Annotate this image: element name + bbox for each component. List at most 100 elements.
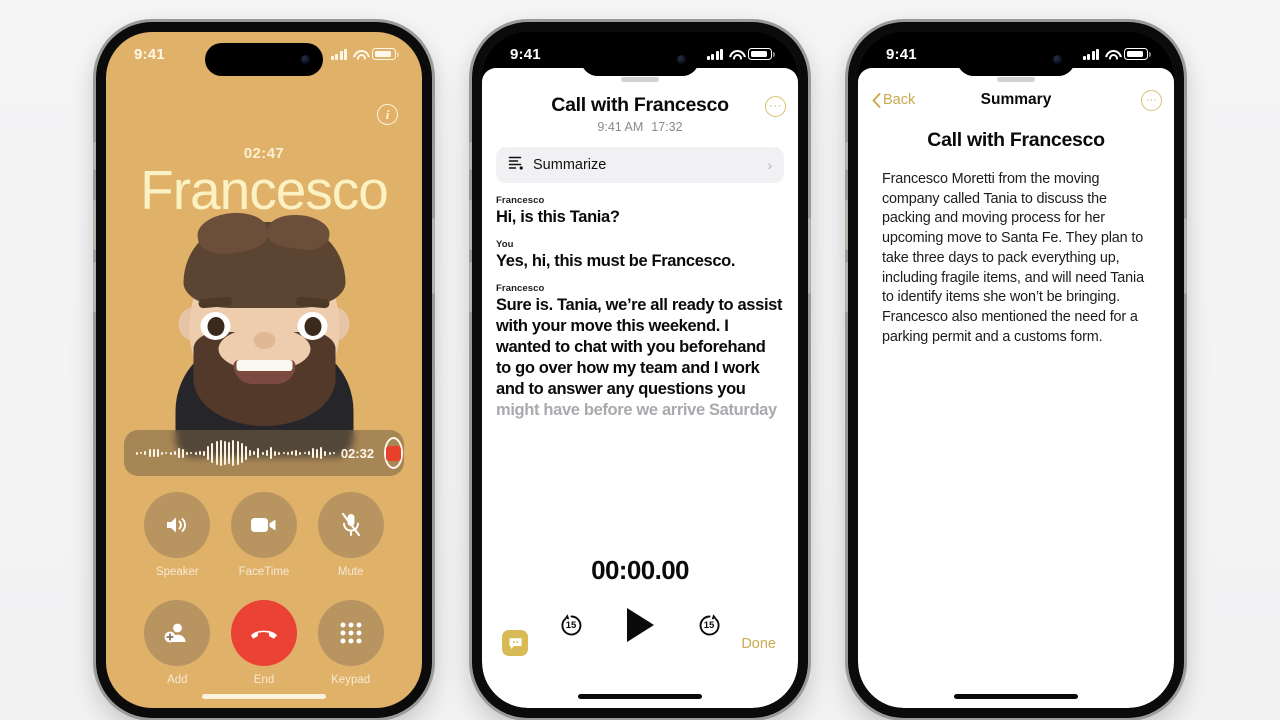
wifi-icon: [728, 49, 743, 60]
video-camera-icon: [230, 492, 297, 558]
speaker-button[interactable]: Speaker: [144, 492, 211, 578]
recording-elapsed: 02:32: [340, 445, 375, 461]
skip-back-amount: 15: [565, 619, 577, 631]
silent-switch[interactable]: [845, 142, 848, 170]
mic-muted-icon: [317, 492, 384, 558]
navigation-bar: Back Summary ···: [858, 80, 1174, 120]
transcript-text: Sure is. Tania, we’re all ready to assis…: [496, 295, 784, 421]
silent-switch[interactable]: [93, 142, 96, 170]
transcript-sheet: Call with Francesco 9:41 AM 17:32 ··· Su…: [482, 68, 798, 708]
phone-1-screen: 9:41 i 02:47 Francesco 02:32 Speaker Fac…: [106, 32, 422, 708]
power-button[interactable]: [432, 218, 435, 294]
dynamic-island: [205, 43, 323, 76]
status-indicators: [706, 48, 775, 60]
more-options-button[interactable]: ···: [765, 96, 786, 117]
volume-down-button[interactable]: [93, 262, 96, 312]
transcript-bubble-icon[interactable]: [502, 630, 528, 656]
skip-back-15-button[interactable]: 15: [558, 612, 585, 639]
summarize-row[interactable]: Summarize ›: [496, 147, 784, 183]
skip-forward-15-button[interactable]: 15: [696, 612, 723, 639]
keypad-button[interactable]: Keypad: [317, 600, 384, 686]
battery-icon: [748, 48, 775, 60]
transcript-list: Francesco Hi, is this Tania? You Yes, hi…: [482, 183, 798, 421]
end-call-button[interactable]: End: [230, 600, 297, 686]
back-label: Back: [883, 92, 916, 108]
transcript-text: Yes, hi, this must be Francesco.: [496, 251, 736, 270]
keypad-label: Keypad: [331, 674, 371, 686]
transcript-speaker: Francesco: [496, 282, 545, 294]
summary-heading: Call with Francesco: [927, 129, 1105, 151]
front-camera-icon: [301, 55, 310, 64]
power-button[interactable]: [808, 218, 811, 294]
skip-forward-amount: 15: [703, 619, 715, 631]
sheet-header: Call with Francesco 9:41 AM 17:32 ···: [482, 68, 798, 134]
wifi-icon: [1104, 49, 1119, 60]
end-label: End: [253, 674, 275, 686]
dynamic-island: [581, 43, 699, 76]
volume-up-button[interactable]: [469, 200, 472, 250]
status-time: 9:41: [510, 45, 541, 63]
home-indicator[interactable]: [202, 694, 326, 699]
transcript-entry: Francesco Hi, is this Tania?: [496, 195, 784, 228]
front-camera-icon: [677, 55, 686, 64]
end-call-icon: [230, 600, 297, 666]
phone-2-screen: 9:41 Call with Francesco 9:41 AM 17:32 ·…: [482, 32, 798, 708]
volume-up-button[interactable]: [93, 200, 96, 250]
call-recording-pill[interactable]: 02:32: [124, 430, 404, 476]
done-button[interactable]: Done: [741, 636, 776, 652]
add-label: Add: [167, 674, 188, 686]
volume-down-button[interactable]: [845, 262, 848, 312]
transcript-text-faded: might have before we arrive Saturday: [496, 400, 777, 419]
phone-3-screen: 9:41 Back Summary ··· Call with Francesc…: [858, 32, 1174, 708]
sheet-title: Call with Francesco: [551, 94, 729, 116]
wifi-icon: [352, 49, 367, 60]
more-options-button[interactable]: ···: [1141, 89, 1162, 111]
status-indicators: [330, 48, 399, 60]
power-button[interactable]: [1184, 218, 1187, 294]
summarize-icon: [508, 155, 524, 176]
home-indicator[interactable]: [578, 694, 702, 699]
transcript-speaker: Francesco: [496, 195, 545, 206]
phone-3-frame: 9:41 Back Summary ··· Call with Francesc…: [845, 22, 1187, 718]
speaker-icon: [144, 492, 211, 558]
status-time: 9:41: [134, 45, 165, 63]
cellular-signal-icon: [330, 48, 347, 60]
volume-up-button[interactable]: [845, 200, 848, 250]
stop-recording-button[interactable]: [384, 437, 404, 469]
speaker-label: Speaker: [155, 566, 199, 578]
transcript-entry: You Yes, hi, this must be Francesco.: [496, 239, 784, 272]
transcript-text-solid: Sure is. Tania, we’re all ready to assis…: [496, 295, 783, 398]
volume-down-button[interactable]: [469, 262, 472, 312]
status-time: 9:41: [886, 45, 917, 63]
cellular-signal-icon: [706, 48, 723, 60]
battery-icon: [372, 48, 399, 60]
phone-2-frame: 9:41 Call with Francesco 9:41 AM 17:32 ·…: [469, 22, 811, 718]
back-button[interactable]: Back: [872, 92, 915, 108]
status-indicators: [1082, 48, 1151, 60]
facetime-label: FaceTime: [238, 566, 290, 578]
add-call-button[interactable]: Add: [144, 600, 211, 686]
dynamic-island: [957, 43, 1075, 76]
player-timecode: 00:00.00: [591, 555, 689, 585]
audio-player: 00:00.00 15 15: [482, 555, 798, 642]
summarize-label: Summarize: [533, 157, 607, 173]
summary-body: Francesco Moretti from the moving compan…: [882, 171, 1144, 345]
chevron-right-icon: ›: [767, 157, 772, 173]
home-indicator[interactable]: [954, 694, 1078, 699]
facetime-button[interactable]: FaceTime: [230, 492, 297, 578]
call-duration: 17:32: [651, 120, 683, 134]
cellular-signal-icon: [1082, 48, 1099, 60]
play-button[interactable]: [626, 608, 654, 642]
call-info-button[interactable]: i: [377, 104, 398, 125]
battery-icon: [1124, 48, 1151, 60]
sheet-subtitle: 9:41 AM 17:32: [502, 120, 778, 134]
in-call-background: 9:41 i 02:47 Francesco 02:32 Speaker Fac…: [106, 32, 422, 708]
audio-waveform: [136, 439, 335, 467]
transcript-text: Hi, is this Tania?: [496, 208, 620, 226]
silent-switch[interactable]: [469, 142, 472, 170]
mute-button[interactable]: Mute: [317, 492, 384, 578]
transcript-speaker: You: [496, 238, 514, 250]
front-camera-icon: [1053, 55, 1062, 64]
call-controls-grid: Speaker FaceTime Mute Add End Keypad: [134, 492, 394, 686]
chevron-left-icon: [872, 92, 881, 108]
